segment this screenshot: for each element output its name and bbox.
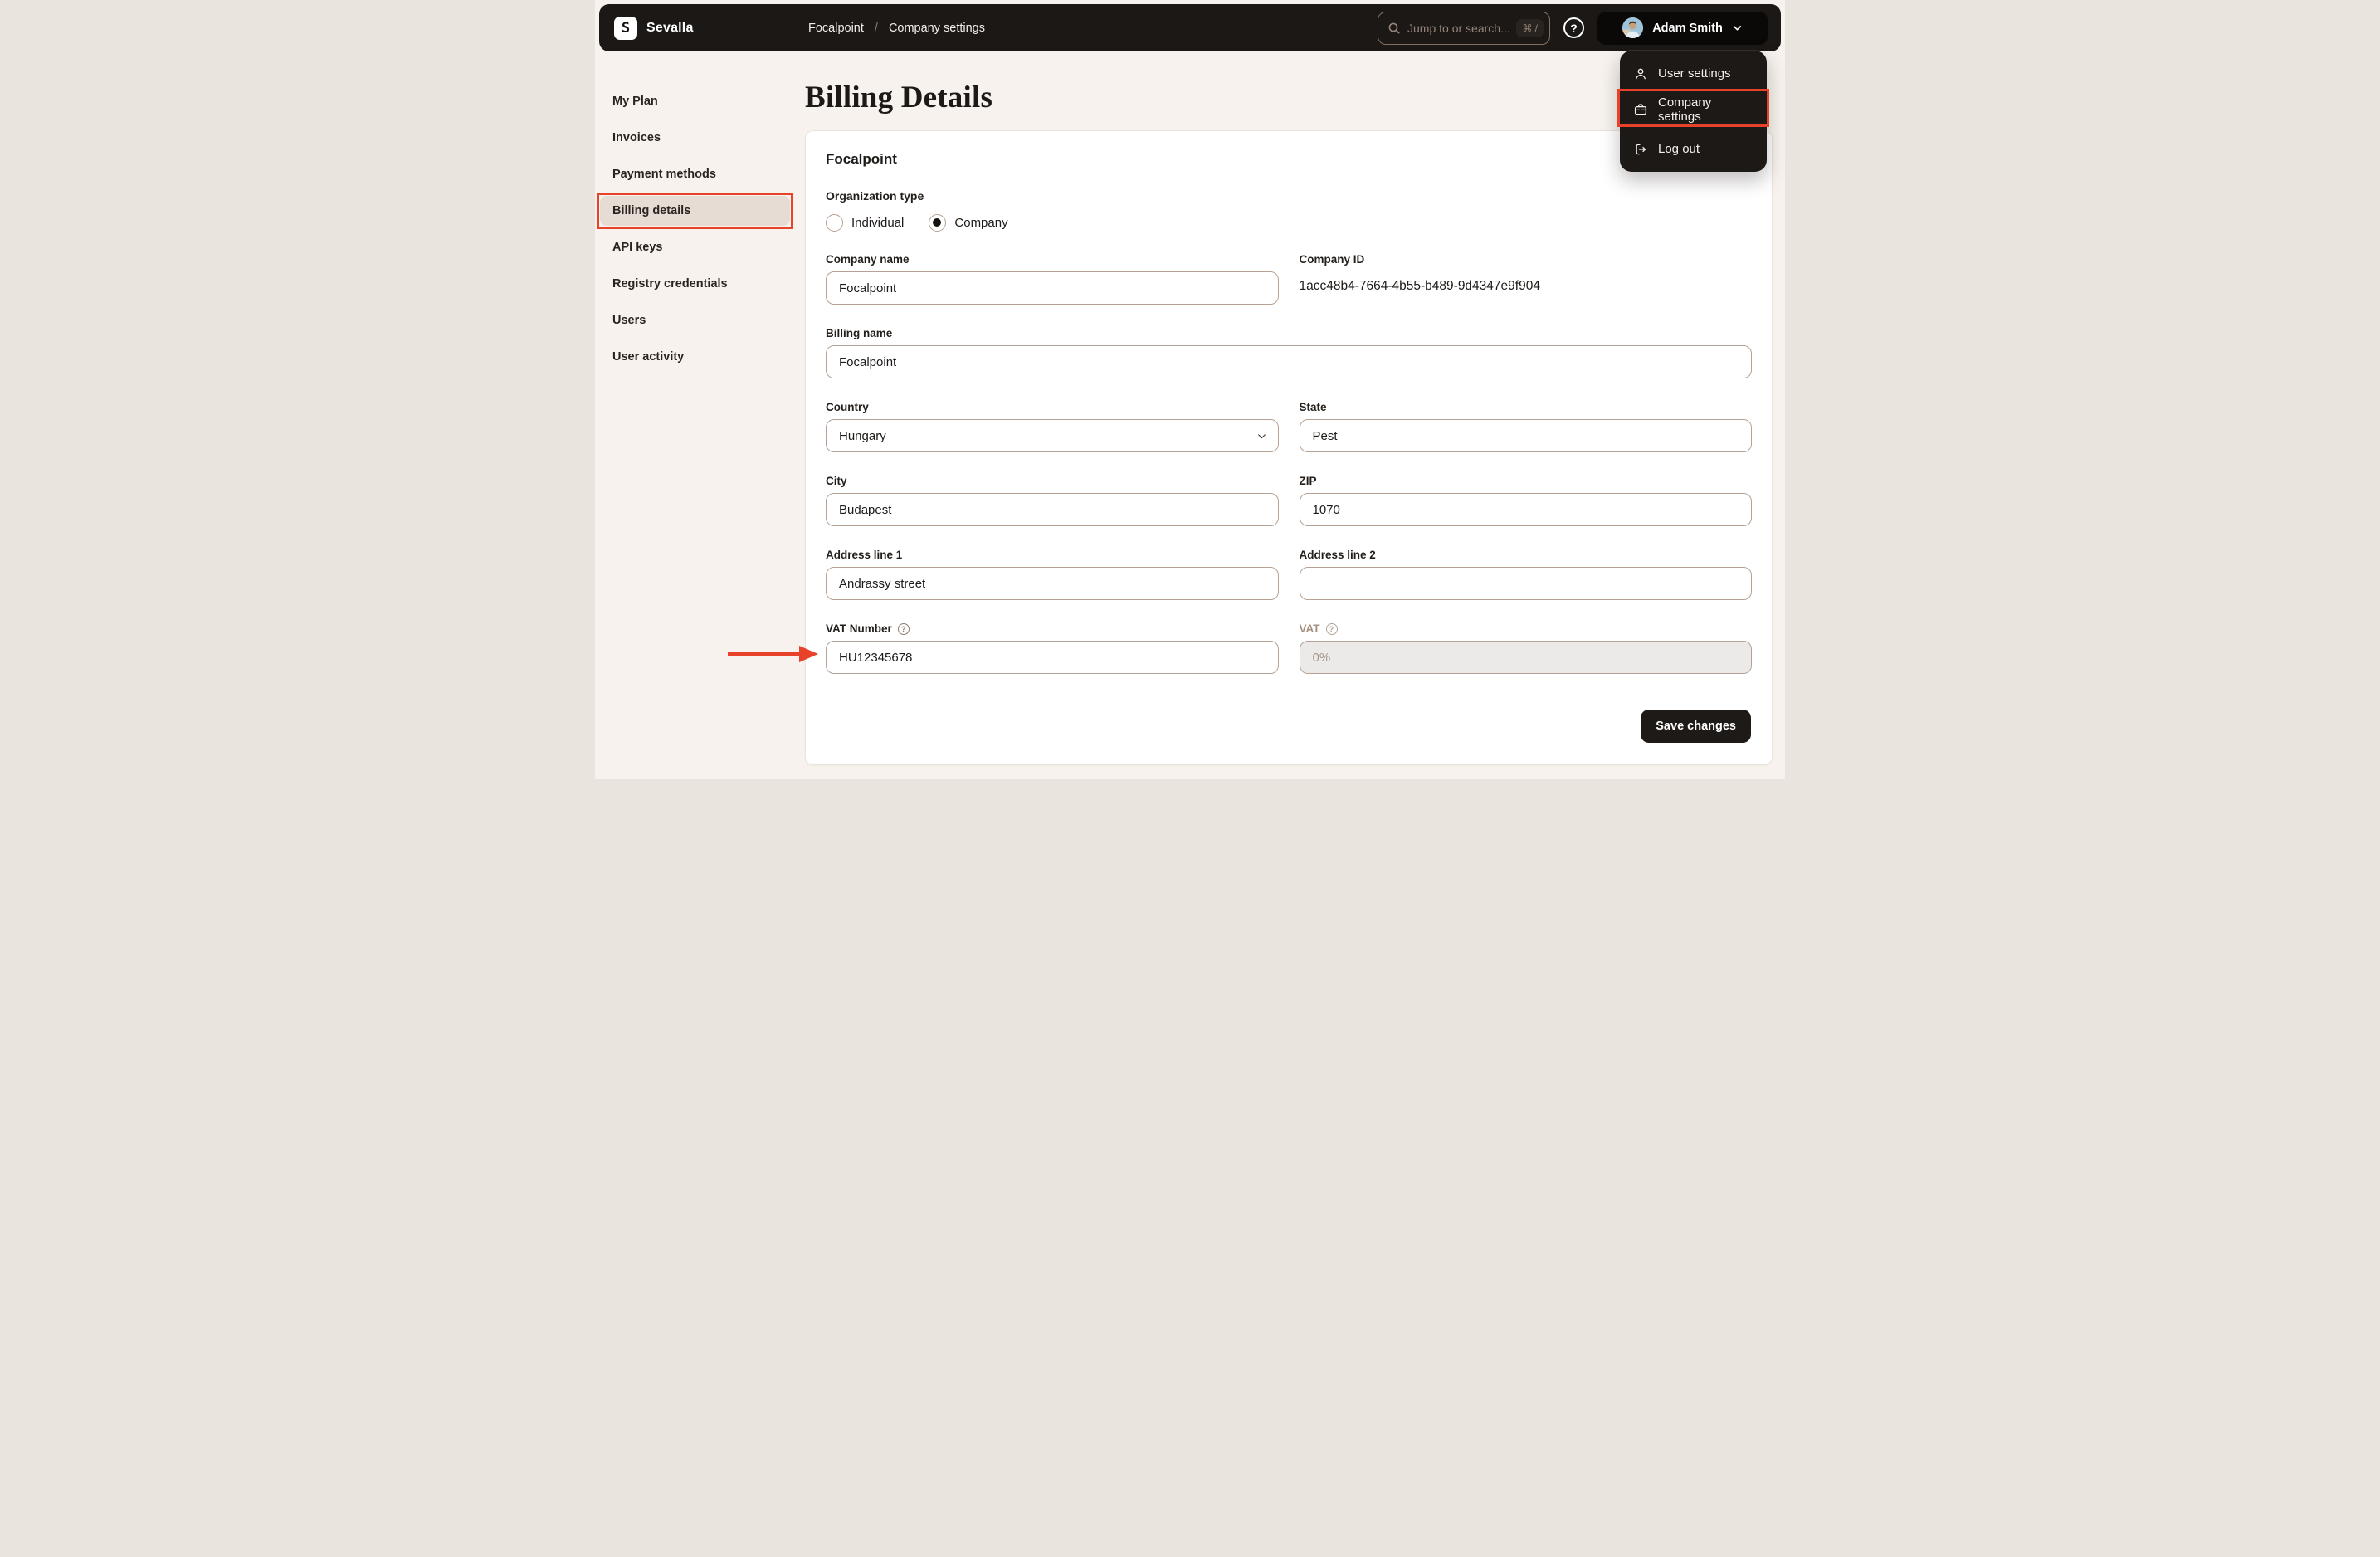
sidebar-item-users[interactable]: Users (595, 305, 802, 335)
address-line-1-field: Address line 1 (826, 549, 1279, 600)
vat-input (1299, 641, 1752, 674)
breadcrumb-separator: / (874, 21, 878, 35)
city-label: City (826, 475, 847, 487)
sevalla-logo-icon: S (614, 16, 637, 40)
state-field: State (1299, 401, 1752, 452)
avatar (1622, 17, 1644, 38)
state-label: State (1299, 401, 1327, 413)
breadcrumb-current[interactable]: Company settings (889, 22, 985, 35)
logout-icon (1633, 142, 1648, 157)
organization-type-options: Individual Company (826, 214, 1752, 232)
topbar: S Sevalla Focalpoint / Company settings … (599, 4, 1781, 51)
country-label: Country (826, 401, 869, 413)
zip-label: ZIP (1299, 475, 1317, 487)
breadcrumb-project[interactable]: Focalpoint (808, 22, 864, 35)
company-name-field: Company name (826, 253, 1279, 305)
sidebar-item-invoices[interactable]: Invoices (595, 123, 802, 153)
address-line-1-label: Address line 1 (826, 549, 903, 561)
help-circle-icon[interactable]: ? (897, 622, 910, 635)
keyboard-shortcut-badge: ⌘ / (1516, 18, 1544, 37)
radio-circle-individual[interactable] (826, 214, 843, 232)
user-icon (1633, 66, 1648, 81)
company-id-field: Company ID 1acc48b4-7664-4b55-b489-9d434… (1300, 253, 1753, 305)
country-field: Country (826, 401, 1279, 452)
billing-details-page: S Sevalla Focalpoint / Company settings … (595, 0, 1785, 778)
question-mark-icon: ? (1570, 21, 1578, 35)
company-name-input[interactable] (826, 271, 1279, 305)
company-id-label: Company ID (1299, 253, 1365, 266)
sidebar-item-my-plan[interactable]: My Plan (595, 86, 802, 116)
address-line-2-label: Address line 2 (1299, 549, 1376, 561)
radio-label: Company (954, 216, 1008, 230)
sidebar: My Plan Invoices Payment methods Billing… (595, 86, 802, 378)
company-id-value: 1acc48b4-7664-4b55-b489-9d4347e9f904 (1299, 279, 1540, 293)
user-menu-button[interactable]: Adam Smith (1597, 11, 1768, 45)
sidebar-item-user-activity[interactable]: User activity (595, 342, 802, 372)
search-placeholder: Jump to or search... (1407, 21, 1510, 35)
company-name-label: Company name (826, 253, 910, 266)
sidebar-item-billing-details[interactable]: Billing details (600, 196, 790, 226)
search-icon (1388, 22, 1401, 35)
menu-item-user-settings[interactable]: User settings (1620, 56, 1767, 91)
vat-label: VAT ? (1300, 622, 1753, 635)
topbar-right: Jump to or search... ⌘ / ? Adam Smith (1378, 11, 1768, 45)
search-input[interactable]: Jump to or search... ⌘ / (1378, 11, 1550, 45)
organization-type-label: Organization type (826, 189, 924, 203)
menu-item-company-settings[interactable]: Company settings (1620, 91, 1767, 127)
vat-field: VAT ? (1299, 622, 1753, 674)
user-name: Adam Smith (1652, 21, 1723, 35)
billing-form: Company name Company ID 1acc48b4-7664-4b… (826, 253, 1752, 674)
menu-item-label: User settings (1658, 66, 1731, 81)
vat-number-label: VAT Number ? (826, 622, 1279, 635)
zip-field: ZIP (1299, 475, 1752, 526)
help-button[interactable]: ? (1563, 17, 1584, 38)
billing-name-label: Billing name (826, 327, 893, 339)
menu-item-label: Log out (1658, 142, 1700, 156)
billing-name-field: Billing name (826, 327, 1752, 378)
billing-name-input[interactable] (826, 345, 1752, 378)
help-circle-icon[interactable]: ? (1325, 622, 1338, 635)
briefcase-icon (1633, 102, 1648, 117)
user-dropdown-menu: User settings Company settings Log out (1619, 50, 1768, 173)
radio-company[interactable]: Company (929, 214, 1008, 232)
address-line-2-input[interactable] (1299, 567, 1752, 600)
billing-details-card: Focalpoint Organization type Individual … (805, 130, 1773, 765)
vat-label-text: VAT (1299, 622, 1320, 635)
address-line-2-field: Address line 2 (1299, 549, 1752, 600)
state-input[interactable] (1299, 419, 1752, 452)
sidebar-item-api-keys[interactable]: API keys (595, 232, 802, 262)
radio-label: Individual (851, 216, 905, 230)
menu-item-label: Company settings (1658, 95, 1712, 124)
city-input[interactable] (826, 493, 1279, 526)
brand[interactable]: S Sevalla (614, 16, 694, 40)
page-title: Billing Details (805, 81, 993, 115)
zip-input[interactable] (1299, 493, 1752, 526)
country-select[interactable] (826, 419, 1279, 452)
vat-number-label-text: VAT Number (826, 622, 892, 635)
card-title: Focalpoint (826, 151, 897, 167)
chevron-down-icon (1732, 22, 1743, 33)
address-line-1-input[interactable] (826, 567, 1279, 600)
radio-individual[interactable]: Individual (826, 214, 904, 232)
save-changes-button[interactable]: Save changes (1641, 710, 1751, 743)
sidebar-item-registry-credentials[interactable]: Registry credentials (595, 269, 802, 299)
brand-name: Sevalla (646, 20, 694, 35)
city-field: City (826, 475, 1279, 526)
radio-circle-company[interactable] (929, 214, 947, 232)
vat-number-input[interactable] (826, 641, 1279, 674)
vat-number-field: VAT Number ? (826, 622, 1279, 674)
sidebar-item-payment-methods[interactable]: Payment methods (595, 159, 802, 189)
menu-item-log-out[interactable]: Log out (1620, 131, 1767, 167)
breadcrumb: Focalpoint / Company settings (808, 4, 985, 51)
